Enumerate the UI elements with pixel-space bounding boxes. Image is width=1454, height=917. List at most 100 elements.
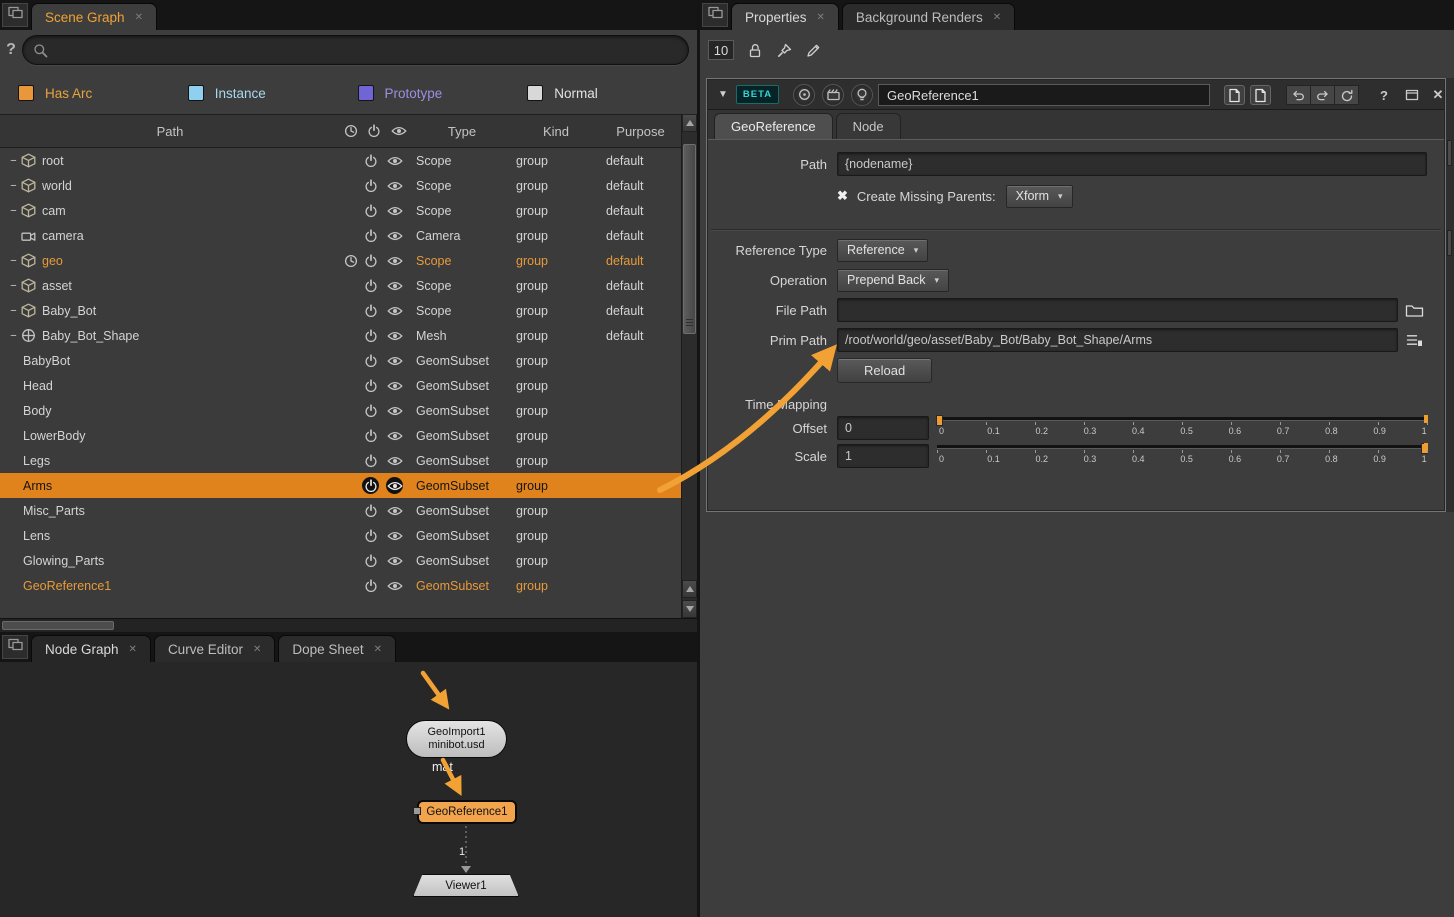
row-path-cell[interactable]: camera [0,223,340,248]
prim-path-input[interactable] [837,328,1398,352]
scroll-up-button-bottom[interactable] [682,580,697,598]
row-workingset-cell[interactable] [340,198,362,223]
row-visibility-toggle[interactable] [386,373,412,398]
column-header-type[interactable]: Type [412,124,512,139]
create-missing-parents-dropdown[interactable]: Xform ▾ [1005,184,1073,208]
pane-menu-button[interactable] [2,635,28,659]
row-power-toggle[interactable] [362,498,386,523]
row-workingset-cell[interactable] [340,548,362,573]
tree-expander-icon[interactable]: − [6,255,21,267]
close-icon[interactable]: ✕ [253,644,261,655]
row-path-cell[interactable]: Arms [0,473,340,498]
row-path-cell[interactable]: Lens [0,523,340,548]
lightbulb-icon[interactable] [851,83,874,106]
row-path-cell[interactable]: Glowing_Parts [0,548,340,573]
redo-button[interactable] [1310,85,1335,105]
row-workingset-cell[interactable] [340,523,362,548]
pane-menu-button[interactable] [2,3,28,27]
node-geoimport1[interactable]: GeoImport1 minibot.usd [406,720,507,758]
column-header-purpose[interactable]: Purpose [600,124,681,139]
horizontal-scrollbar[interactable] [0,618,697,632]
page-compare-button-1[interactable] [1224,85,1245,105]
row-power-toggle[interactable] [362,573,386,598]
row-visibility-toggle[interactable] [386,173,412,198]
offset-input[interactable] [837,416,929,440]
scene-graph-row-root[interactable]: − root Scope group default [0,148,681,173]
create-missing-parents-checkbox[interactable]: ✖ [837,188,848,204]
tab-node-graph[interactable]: Node Graph ✕ [31,635,151,662]
row-workingset-cell[interactable] [340,323,362,348]
tree-expander-icon[interactable]: − [6,305,21,317]
row-workingset-cell[interactable] [340,173,362,198]
scene-graph-row-cam[interactable]: − cam Scope group default [0,198,681,223]
scene-graph-row-GeoReference1[interactable]: GeoReference1 GeomSubset group [0,573,681,598]
row-workingset-cell[interactable] [340,398,362,423]
scene-graph-row-asset[interactable]: − asset Scope group default [0,273,681,298]
row-workingset-cell[interactable] [340,298,362,323]
scroll-up-button[interactable] [682,114,697,132]
tree-expander-icon[interactable]: − [6,280,21,292]
row-power-toggle[interactable] [362,348,386,373]
row-power-toggle[interactable] [362,548,386,573]
row-visibility-toggle[interactable] [386,423,412,448]
node-input-port[interactable] [413,807,421,815]
splitter-handle[interactable] [1447,230,1452,256]
row-visibility-toggle[interactable] [386,573,412,598]
page-compare-button-2[interactable] [1250,85,1271,105]
scene-graph-row-Legs[interactable]: Legs GeomSubset group [0,448,681,473]
row-power-toggle[interactable] [362,423,386,448]
row-path-cell[interactable]: Head [0,373,340,398]
row-workingset-cell[interactable] [340,148,362,173]
row-power-toggle[interactable] [362,373,386,398]
row-visibility-toggle[interactable] [386,398,412,423]
vertical-scrollbar[interactable] [681,114,697,618]
tab-properties[interactable]: Properties ✕ [731,3,839,30]
row-visibility-toggle[interactable] [386,548,412,573]
row-power-toggle[interactable] [362,473,386,498]
close-icon[interactable]: ✕ [374,644,382,655]
popout-window-icon[interactable] [1402,85,1422,105]
row-path-cell[interactable]: LowerBody [0,423,340,448]
row-path-cell[interactable]: − root [0,148,340,173]
hscrollbar-thumb[interactable] [2,621,114,630]
history-count[interactable]: 10 [708,40,734,60]
row-path-cell[interactable]: Body [0,398,340,423]
column-header-power-icon[interactable] [362,124,386,138]
row-visibility-toggle[interactable] [386,498,412,523]
tab-background-renders[interactable]: Background Renders ✕ [841,3,1016,30]
scene-graph-row-Glowing_Parts[interactable]: Glowing_Parts GeomSubset group [0,548,681,573]
row-visibility-toggle[interactable] [386,448,412,473]
scene-graph-row-world[interactable]: − world Scope group default [0,173,681,198]
row-visibility-toggle[interactable] [386,348,412,373]
tab-node[interactable]: Node [835,113,901,139]
scene-graph-row-Lens[interactable]: Lens GeomSubset group [0,523,681,548]
scene-graph-row-LowerBody[interactable]: LowerBody GeomSubset group [0,423,681,448]
row-visibility-toggle[interactable] [386,248,412,273]
operation-dropdown[interactable]: Prepend Back ▾ [837,268,950,292]
scene-graph-row-Misc_Parts[interactable]: Misc_Parts GeomSubset group [0,498,681,523]
folder-browse-icon[interactable] [1401,303,1427,318]
row-workingset-cell[interactable] [340,248,362,273]
row-path-cell[interactable]: Misc_Parts [0,498,340,523]
row-path-cell[interactable]: − world [0,173,340,198]
row-workingset-cell[interactable] [340,348,362,373]
row-path-cell[interactable]: − Baby_Bot [0,298,340,323]
scene-graph-row-Arms[interactable]: Arms GeomSubset group [0,473,681,498]
tab-scene-graph[interactable]: Scene Graph ✕ [31,3,157,30]
splitter-handle[interactable] [1447,140,1452,166]
row-power-toggle[interactable] [362,198,386,223]
scene-graph-row-geo[interactable]: − geo Scope group default [0,248,681,273]
search-box[interactable] [22,35,689,65]
tree-expander-icon[interactable]: − [6,205,21,217]
scene-graph-row-Baby_Bot[interactable]: − Baby_Bot Scope group default [0,298,681,323]
column-header-kind[interactable]: Kind [512,124,600,139]
row-workingset-cell[interactable] [340,223,362,248]
unpin-icon[interactable] [777,43,792,58]
reference-type-dropdown[interactable]: Reference ▾ [837,238,929,262]
slate-icon[interactable] [822,83,845,106]
reload-button[interactable]: Reload [837,357,933,383]
row-visibility-toggle[interactable] [386,298,412,323]
scale-input[interactable] [837,444,929,468]
row-power-toggle[interactable] [362,223,386,248]
row-power-toggle[interactable] [362,148,386,173]
